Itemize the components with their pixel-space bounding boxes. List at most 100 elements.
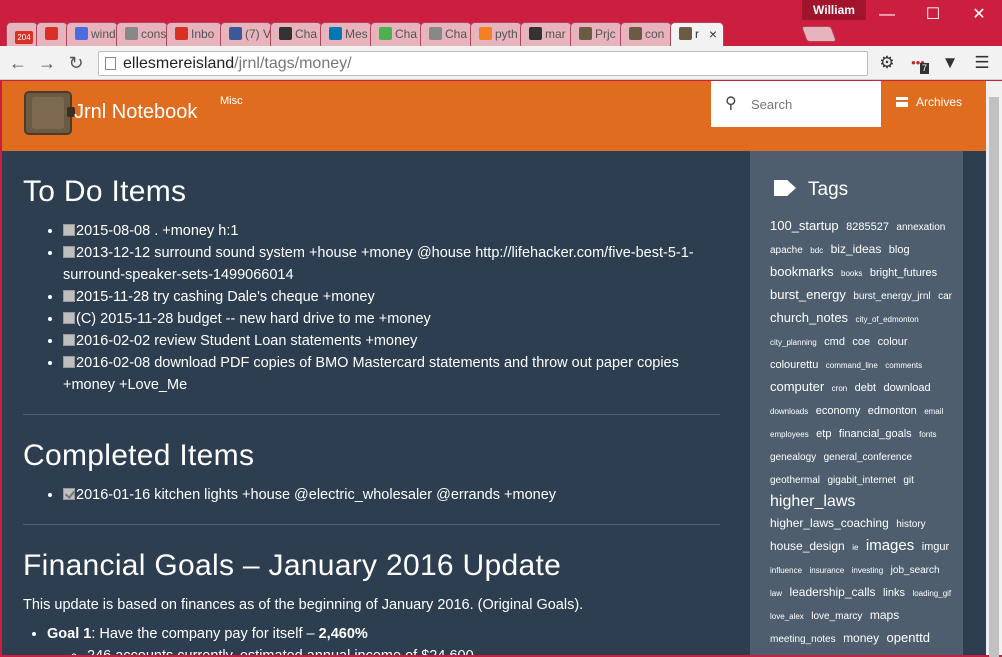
tag-link[interactable]: higher_laws_coaching — [770, 516, 889, 530]
maximize-icon[interactable]: ☐ — [910, 0, 956, 30]
tag-link[interactable]: meeting_notes — [770, 634, 836, 645]
browser-tab[interactable]: Cha — [420, 22, 472, 46]
tag-link[interactable]: gigabit_internet — [827, 475, 895, 486]
tag-link[interactable]: insurance — [809, 566, 844, 575]
unchecked-checkbox[interactable] — [63, 290, 75, 302]
tag-link[interactable]: bdc — [810, 246, 823, 255]
unchecked-checkbox[interactable] — [63, 356, 75, 368]
tag-link[interactable]: car — [938, 291, 952, 302]
scrollbar[interactable] — [986, 81, 1002, 657]
gear-icon[interactable]: ⚙ — [875, 51, 899, 75]
tag-link[interactable]: ie — [852, 543, 858, 552]
new-tab-button[interactable] — [801, 26, 837, 42]
browser-tab[interactable]: mar — [520, 22, 572, 46]
tag-link[interactable]: money — [843, 631, 879, 645]
browser-tab[interactable]: 204 — [6, 22, 38, 46]
tag-link[interactable]: apache — [770, 245, 803, 256]
browser-tab[interactable]: Mes — [320, 22, 372, 46]
browser-tab[interactable]: Inbo — [166, 22, 222, 46]
tag-link[interactable]: law — [770, 589, 782, 598]
address-bar[interactable]: ellesmereisland/jrnl/tags/money/ — [98, 51, 868, 76]
tag-link[interactable]: city_planning — [770, 338, 817, 347]
tag-link[interactable]: cmd — [824, 336, 845, 348]
tag-link[interactable]: git — [903, 475, 914, 486]
tag-link[interactable]: command_line — [826, 361, 878, 370]
search-input[interactable] — [751, 94, 871, 114]
tag-link[interactable]: employees — [770, 430, 809, 439]
browser-tab[interactable]: Cha — [370, 22, 422, 46]
unchecked-checkbox[interactable] — [63, 224, 75, 236]
tag-link[interactable]: 100_startup — [770, 218, 839, 233]
tag-link[interactable]: comments — [885, 361, 922, 370]
notebook-logo-icon[interactable] — [24, 91, 75, 135]
browser-tab[interactable]: (7) V — [220, 22, 272, 46]
tag-link[interactable]: genealogy — [770, 452, 816, 463]
tag-link[interactable]: higher_laws — [770, 493, 855, 510]
tag-link[interactable]: burst_energy_jrnl — [853, 291, 930, 302]
tag-link[interactable]: financial_goals — [839, 428, 912, 440]
tag-link[interactable]: imgur — [922, 541, 950, 553]
tag-link[interactable]: influence — [770, 566, 802, 575]
tag-link[interactable]: etp — [816, 428, 831, 440]
tag-link[interactable]: coe — [852, 336, 870, 348]
tag-link[interactable]: debt — [855, 382, 876, 394]
tag-link[interactable]: annexation — [896, 222, 945, 233]
user-profile-badge[interactable]: William — [802, 0, 866, 20]
tag-link[interactable]: house_design — [770, 539, 845, 553]
tag-link[interactable]: blog — [889, 244, 910, 256]
close-window-icon[interactable]: ✕ — [956, 0, 1002, 30]
tag-link[interactable]: books — [841, 269, 862, 278]
browser-tab[interactable]: wind — [66, 22, 118, 46]
back-icon[interactable]: ← — [6, 51, 30, 75]
forward-icon[interactable]: → — [35, 51, 59, 75]
browser-tab[interactable]: r × — [670, 22, 724, 47]
tag-link[interactable]: email — [924, 407, 943, 416]
pocket-icon[interactable]: ▼ — [938, 51, 962, 75]
menu-icon[interactable]: ☰ — [970, 51, 994, 75]
tag-link[interactable]: love_alex — [770, 612, 804, 621]
tag-link[interactable]: history — [896, 519, 925, 530]
unchecked-checkbox[interactable] — [63, 312, 75, 324]
browser-tab[interactable]: Prjc — [570, 22, 622, 46]
tag-link[interactable]: maps — [870, 608, 899, 622]
minimize-icon[interactable]: — — [864, 0, 910, 30]
tag-link[interactable]: love_marcy — [811, 611, 862, 622]
tag-link[interactable]: geothermal — [770, 475, 820, 486]
tag-link[interactable]: church_notes — [770, 310, 848, 325]
archives-link[interactable]: Archives — [896, 95, 962, 109]
tag-link[interactable]: leadership_calls — [789, 585, 875, 599]
tag-link[interactable]: colourettu — [770, 359, 818, 371]
tag-link[interactable]: colour — [878, 336, 908, 348]
tag-link[interactable]: economy — [816, 405, 861, 417]
tag-link[interactable]: bright_futures — [870, 267, 937, 279]
unchecked-checkbox[interactable] — [63, 334, 75, 346]
close-tab-icon[interactable]: × — [709, 23, 717, 45]
tag-link[interactable]: cron — [832, 384, 848, 393]
tag-link[interactable]: city_of_edmonton — [856, 315, 919, 324]
browser-tab[interactable]: cons — [116, 22, 168, 46]
site-title[interactable]: Jrnl Notebook — [74, 101, 197, 124]
tag-link[interactable]: download — [884, 382, 931, 394]
browser-tab[interactable] — [36, 22, 68, 46]
tag-link[interactable]: 8285527 — [846, 221, 889, 233]
unchecked-checkbox[interactable] — [63, 246, 75, 258]
tag-link[interactable]: fonts — [919, 430, 936, 439]
checked-checkbox[interactable] — [63, 488, 75, 500]
scrollbar-thumb[interactable] — [989, 97, 999, 657]
extension-dots-icon[interactable]: ••• 7 — [906, 51, 930, 75]
tag-link[interactable]: general_conference — [824, 452, 912, 463]
nav-misc-link[interactable]: Misc — [220, 95, 243, 107]
tag-link[interactable]: computer — [770, 379, 824, 394]
reload-icon[interactable]: ↻ — [64, 51, 88, 75]
tag-link[interactable]: images — [866, 537, 914, 554]
tag-link[interactable]: biz_ideas — [831, 242, 882, 256]
tag-link[interactable]: links — [883, 587, 905, 599]
tag-link[interactable]: investing — [852, 566, 884, 575]
browser-tab[interactable]: Cha — [270, 22, 322, 46]
tag-link[interactable]: job_search — [891, 565, 940, 576]
tag-link[interactable]: bookmarks — [770, 264, 834, 279]
tag-link[interactable]: downloads — [770, 407, 808, 416]
browser-tab[interactable]: pyth — [470, 22, 522, 46]
tag-link[interactable]: loading_gif — [912, 589, 951, 598]
browser-tab[interactable]: con — [620, 22, 672, 46]
